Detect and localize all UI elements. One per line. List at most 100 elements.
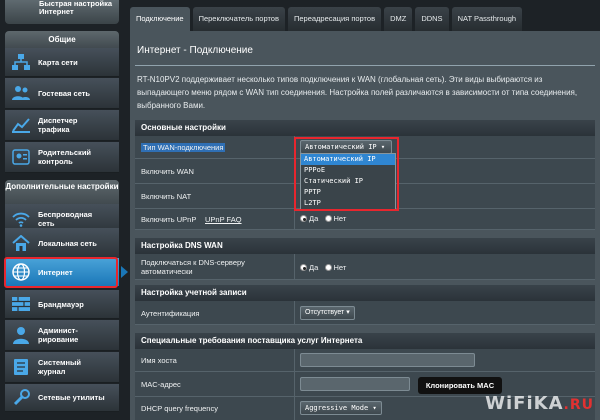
chevron-down-icon: ▾ (380, 143, 386, 151)
auto-dns-yes-radio[interactable] (300, 264, 307, 272)
auto-dns-radio-group: Да Нет (300, 263, 350, 272)
tab-ddns[interactable]: DDNS (415, 7, 449, 31)
row-separator (294, 349, 295, 371)
wan-option-pptp[interactable]: PPTP (301, 187, 395, 198)
traffic-manager-icon (10, 114, 32, 136)
active-pointer-arrow (121, 266, 128, 278)
row-separator (294, 136, 295, 158)
tab-port-forwarding[interactable]: Переадресация портов (287, 7, 382, 31)
sidebar-item-label: Диспетчер трафика (38, 116, 78, 134)
auto-dns-label: Подключаться к DNS-серверу автоматически (141, 258, 245, 276)
wan-type-dropdown-list: Автоматический IP PPPoE Статический IP P… (300, 153, 396, 210)
upnp-faq-link[interactable]: UPnP FAQ (205, 215, 242, 224)
radio-label: Нет (333, 263, 347, 273)
mac-label: MAC-адрес (141, 380, 181, 389)
dns-settings-header: Настройка DNS WAN (135, 238, 595, 254)
enable-upnp-label: Включить UPnP (141, 215, 197, 224)
enable-upnp-row: Включить UPnP UPnP FAQ Да Нет (135, 209, 595, 230)
row-separator (294, 301, 295, 324)
basic-settings-header: Основные настройки (135, 120, 595, 136)
sidebar-item-guest-network[interactable]: Гостевая сеть (5, 78, 119, 109)
sidebar-item-label: Системный журнал (38, 358, 82, 376)
wan-option-l2tp[interactable]: L2TP (301, 198, 395, 209)
watermark-brand: WiFiKA (485, 393, 564, 414)
dhcp-frequency-value: Aggressive Mode (305, 404, 369, 412)
general-section-header: Общие (5, 31, 119, 48)
quick-setup-label: Быстрая настройка Интернет (39, 0, 113, 16)
wan-option-static-ip[interactable]: Статический IP (301, 176, 395, 187)
page-description: RT-N10PV2 поддерживает несколько типов п… (137, 75, 578, 110)
site-watermark: WiFiKA.RU (418, 390, 598, 418)
sidebar-item-administration[interactable]: Админист-рирование (5, 320, 119, 351)
mac-field-wrap (300, 377, 410, 393)
row-separator (294, 209, 295, 229)
sidebar-item-label: Брандмауэр (38, 299, 84, 309)
chevron-down-icon: ▾ (372, 404, 377, 412)
account-settings-header: Настройка учетной записи (135, 285, 595, 301)
dhcp-frequency-select[interactable]: Aggressive Mode ▾ (300, 401, 382, 415)
wan-type-label: Тип WAN-подключения (141, 143, 226, 152)
wan-option-automatic-ip[interactable]: Автоматический IP (301, 154, 395, 165)
sidebar-item-label: Родительский контроль (38, 148, 92, 166)
row-separator (294, 254, 295, 279)
upnp-no-radio[interactable] (324, 215, 332, 223)
radio-label: Нет (333, 214, 347, 224)
sidebar-item-label: Локальная сеть (38, 238, 97, 248)
wan-option-pppoe[interactable]: PPPoE (301, 165, 395, 176)
upnp-yes-radio[interactable] (300, 215, 307, 223)
wan-type-select[interactable]: Автоматический IP ▾ (300, 140, 392, 154)
sidebar-item-label: Беспроводная сеть (38, 210, 93, 228)
page-title: Интернет - Подключение (137, 45, 253, 56)
isp-requirements-header: Специальные требования поставщика услуг … (135, 333, 595, 349)
sidebar-item-firewall[interactable]: Брандмауэр (5, 290, 119, 319)
sidebar-item-network-map[interactable]: Карта сети (5, 48, 119, 77)
sidebar-item-network-tools[interactable]: Сетевые утилиты (5, 384, 119, 412)
sidebar-highlight-box (4, 257, 118, 288)
network-tools-icon (10, 387, 32, 409)
guest-network-icon (10, 82, 32, 104)
hostname-row: Имя хоста (135, 349, 595, 372)
sidebar-item-system-log[interactable]: Системный журнал (5, 352, 119, 383)
network-map-icon (10, 51, 32, 73)
tab-port-switch[interactable]: Переключатель портов (192, 7, 285, 31)
title-divider (135, 65, 595, 66)
hostname-input[interactable] (300, 353, 475, 367)
dhcp-frequency-label: DHCP query frequency (141, 404, 218, 413)
tab-bar: Подключение Переключатель портов Переадр… (130, 7, 525, 31)
sidebar-item-traffic-manager[interactable]: Диспетчер трафика (5, 110, 119, 141)
sidebar-item-label: Гостевая сеть (38, 88, 91, 98)
parental-control-icon (10, 146, 32, 168)
mac-address-input[interactable] (300, 377, 410, 391)
auth-label: Аутентификация (141, 309, 200, 318)
tab-dmz[interactable]: DMZ (384, 7, 413, 31)
radio-label: Да (309, 263, 319, 273)
auto-dns-no-radio[interactable] (324, 264, 332, 272)
sidebar-item-parental-control[interactable]: Родительский контроль (5, 142, 119, 173)
tab-connection[interactable]: Подключение (130, 7, 190, 31)
radio-label: Да (309, 214, 319, 224)
hostname-field-wrap (300, 353, 475, 369)
main-panel: Интернет - Подключение RT-N10PV2 поддерж… (130, 31, 600, 420)
quick-setup-button[interactable]: Быстрая настройка Интернет (5, 0, 119, 24)
auth-select[interactable]: Отсутствует ▾ (300, 306, 355, 320)
wireless-icon (10, 208, 32, 230)
sidebar: Быстрая настройка Интернет Общие Карта с… (0, 0, 121, 420)
sidebar-item-label: Сетевые утилиты (38, 393, 105, 402)
row-separator (294, 184, 295, 208)
lan-home-icon (10, 232, 32, 254)
auth-value: Отсутствует (305, 309, 345, 316)
chevron-down-icon: ▾ (346, 309, 350, 316)
sidebar-item-label: Админист-рирование (38, 326, 79, 344)
row-separator (294, 372, 295, 396)
hostname-label: Имя хоста (141, 356, 177, 365)
tab-nat-passthrough[interactable]: NAT Passthrough (451, 7, 523, 31)
advanced-section-header: Дополнительные настройки (5, 180, 119, 204)
auto-dns-row: Подключаться к DNS-серверу автоматически… (135, 254, 595, 280)
firewall-icon (10, 293, 32, 315)
enable-nat-label: Включить NAT (141, 192, 192, 201)
sidebar-item-label: Карта сети (38, 57, 78, 67)
row-separator (294, 159, 295, 183)
sidebar-item-lan[interactable]: Локальная сеть (5, 228, 119, 259)
upnp-radio-group: Да Нет (300, 214, 350, 223)
enable-wan-label: Включить WAN (141, 167, 194, 176)
